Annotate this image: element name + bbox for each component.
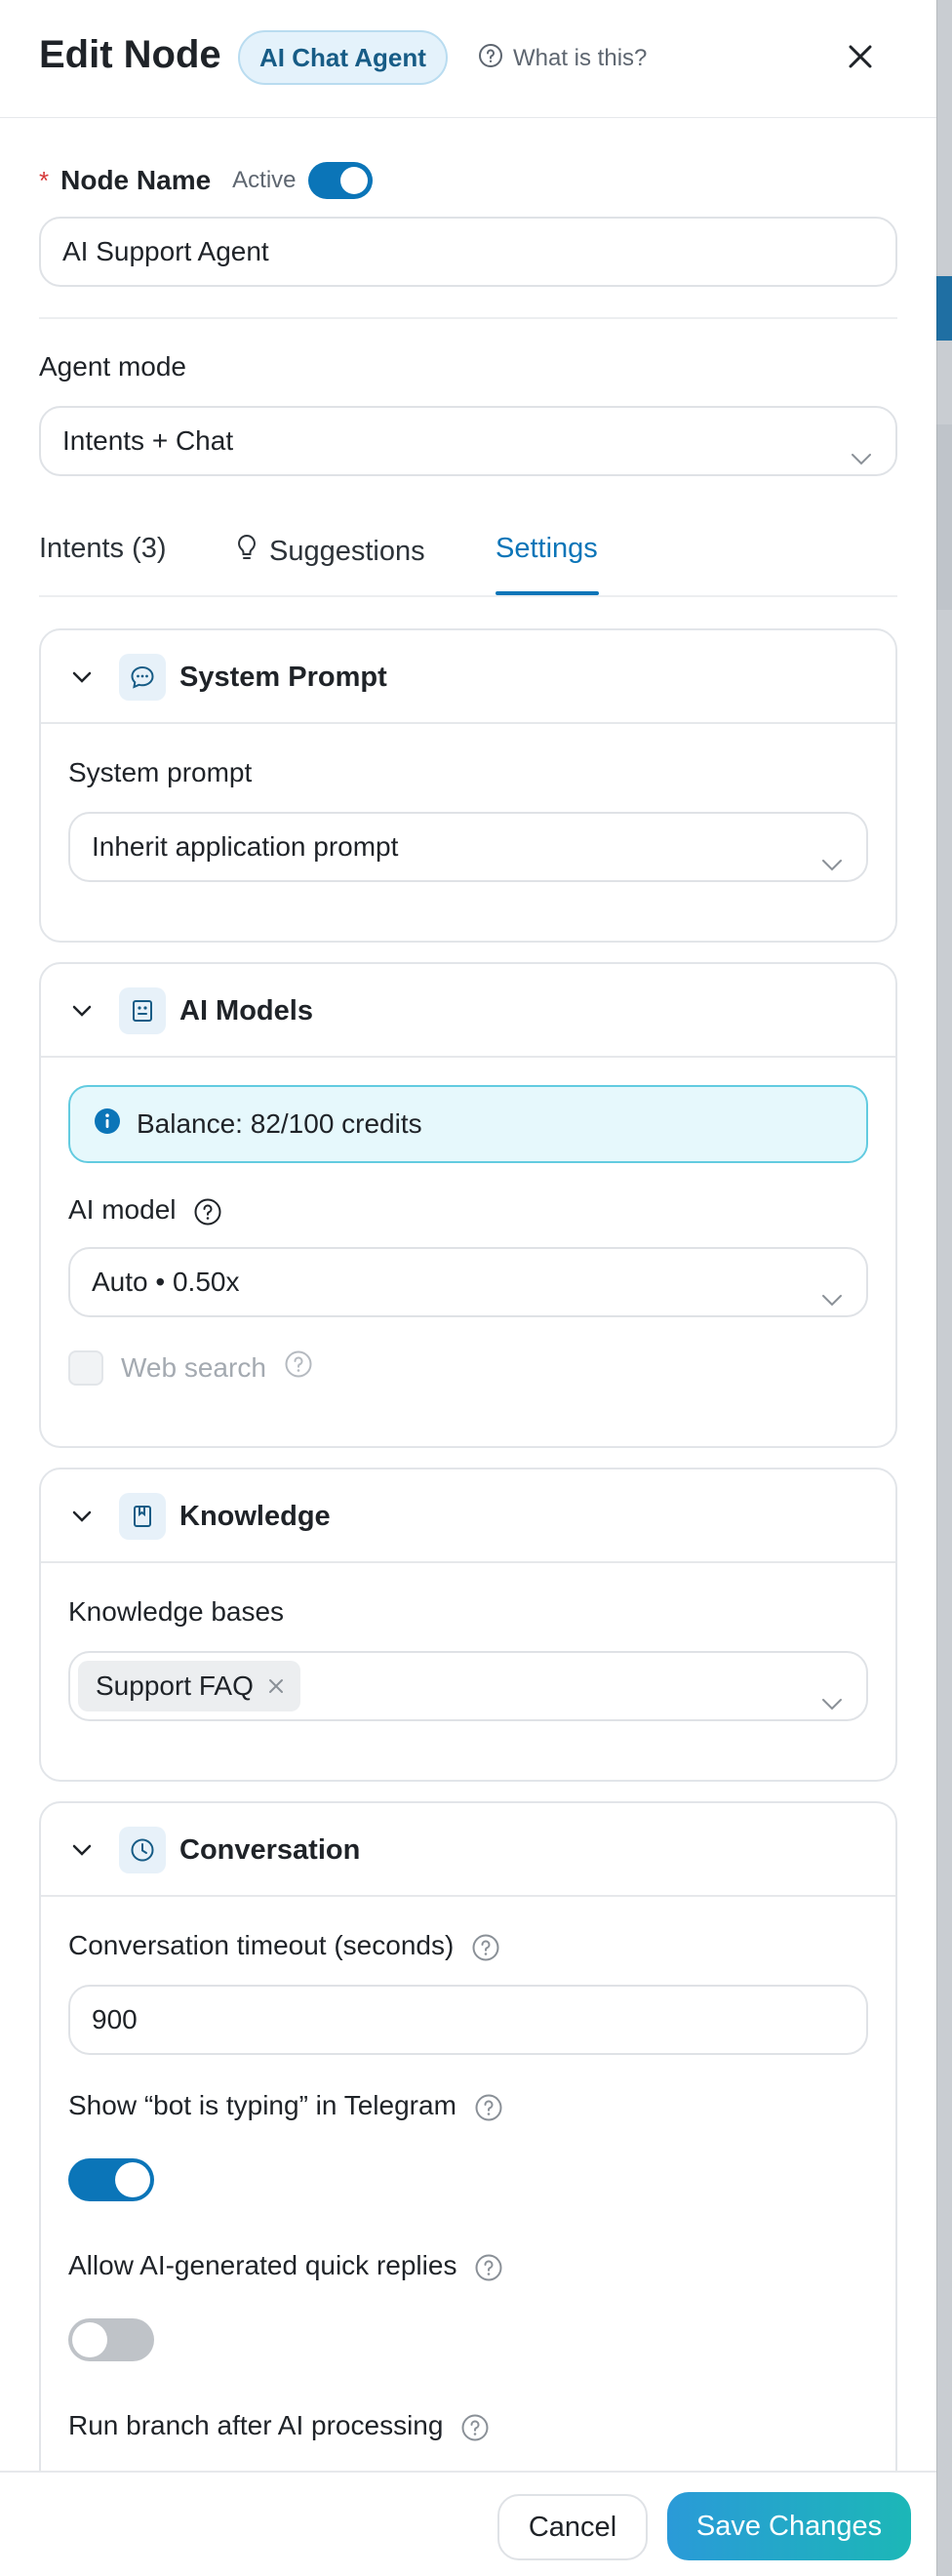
tab-suggestions-label: Suggestions [269, 535, 425, 567]
ai-model-select[interactable]: Auto • 0.50x [68, 1247, 868, 1317]
background-selected-row [936, 276, 952, 341]
system-prompt-label: System prompt [68, 757, 253, 787]
node-type-badge: AI Chat Agent [238, 30, 448, 85]
drawer-footer: Cancel Save Changes [0, 2471, 936, 2576]
chevron-down-icon [819, 1270, 845, 1337]
chevron-down-icon [70, 665, 94, 694]
ai-model-label-row: AI model [68, 1194, 222, 1227]
chevron-down-icon [819, 1674, 845, 1741]
chat-bubble-icon [119, 654, 166, 701]
typing-label: Show “bot is typing” in Telegram [68, 2090, 456, 2120]
system-prompt-title: System Prompt [179, 662, 387, 693]
chevron-down-icon [70, 1505, 94, 1533]
chevron-down-icon [819, 835, 845, 902]
ai-models-title: AI Models [179, 995, 313, 1026]
help-icon[interactable] [284, 1349, 313, 1386]
web-search-row: Web search [68, 1349, 313, 1386]
knowledge-base-tag: Support FAQ [78, 1661, 300, 1711]
balance-text: Balance: 82/100 credits [137, 1108, 422, 1139]
help-icon[interactable] [474, 2093, 503, 2122]
agent-mode-label: Agent mode [39, 351, 186, 382]
node-name-input[interactable]: AI Support Agent [39, 217, 897, 287]
conversation-header[interactable]: Conversation [41, 1803, 895, 1897]
remove-tag-icon[interactable] [267, 1653, 285, 1719]
knowledge-bases-select[interactable]: Support FAQ [68, 1651, 868, 1721]
ai-models-section: AI Models Balance: 82/100 credits AI mod… [39, 962, 897, 1448]
chevron-down-icon [70, 999, 94, 1027]
typing-label-row: Show “bot is typing” in Telegram [68, 2090, 503, 2122]
close-button[interactable] [841, 39, 880, 78]
timeout-input[interactable]: 900 [68, 1985, 868, 2055]
system-prompt-value: Inherit application prompt [92, 831, 399, 862]
save-changes-button[interactable]: Save Changes [667, 2492, 911, 2560]
run-branch-label-row: Run branch after AI processing [68, 2410, 490, 2442]
tab-settings-label: Settings [496, 533, 598, 564]
section-divider [39, 317, 897, 319]
edit-node-drawer: Edit Node AI Chat Agent What is this? * … [0, 0, 936, 2576]
help-icon[interactable] [474, 2253, 503, 2282]
active-toggle[interactable] [307, 162, 373, 199]
close-icon [847, 43, 874, 75]
background-panel [936, 0, 952, 2576]
knowledge-base-tag-label: Support FAQ [96, 1670, 254, 1701]
knowledge-section: Knowledge Knowledge bases Support FAQ [39, 1468, 897, 1782]
tab-intents[interactable]: Intents (3) [39, 533, 167, 565]
tab-settings[interactable]: Settings [496, 533, 598, 565]
system-prompt-header[interactable]: System Prompt [41, 630, 895, 724]
help-icon[interactable] [193, 1197, 222, 1227]
clock-icon [119, 1827, 166, 1873]
chevron-down-icon [70, 1838, 94, 1867]
node-name-label: Node Name [60, 165, 212, 195]
agent-mode-value: Intents + Chat [62, 425, 234, 456]
quick-replies-label: Allow AI-generated quick replies [68, 2250, 457, 2280]
active-tab-indicator [496, 591, 599, 595]
info-icon [94, 1107, 121, 1142]
node-name-label-row: * Node Name Active [39, 162, 373, 199]
tab-intents-label: Intents (3) [39, 533, 167, 564]
conversation-section: Conversation Conversation timeout (secon… [39, 1801, 897, 2543]
help-icon[interactable] [460, 2413, 490, 2442]
system-prompt-section: System Prompt System prompt Inherit appl… [39, 628, 897, 943]
required-marker: * [39, 165, 50, 195]
background-app-edge [936, 0, 952, 2576]
web-search-checkbox[interactable] [68, 1349, 103, 1386]
knowledge-title: Knowledge [179, 1501, 331, 1532]
quick-replies-label-row: Allow AI-generated quick replies [68, 2250, 503, 2282]
tab-suggestions[interactable]: Suggestions [234, 533, 425, 570]
drawer-title: Edit Node [39, 33, 221, 76]
ai-model-value: Auto • 0.50x [92, 1267, 240, 1297]
run-branch-label: Run branch after AI processing [68, 2410, 444, 2440]
lightbulb-icon [234, 533, 259, 570]
settings-tabs: Intents (3) Suggestions Settings [39, 507, 897, 597]
typing-toggle[interactable] [68, 2158, 154, 2201]
what-is-this-link[interactable]: What is this? [478, 43, 647, 74]
conversation-title: Conversation [179, 1834, 361, 1866]
knowledge-bases-label: Knowledge bases [68, 1596, 285, 1627]
active-label: Active [232, 167, 297, 193]
ai-models-header[interactable]: AI Models [41, 964, 895, 1058]
background-block [936, 424, 952, 610]
cancel-button[interactable]: Cancel [497, 2494, 648, 2560]
drawer-header: Edit Node AI Chat Agent What is this? [0, 0, 936, 118]
agent-mode-select[interactable]: Intents + Chat [39, 406, 897, 476]
web-search-label: Web search [121, 1351, 266, 1383]
knowledge-header[interactable]: Knowledge [41, 1469, 895, 1563]
balance-banner: Balance: 82/100 credits [68, 1085, 868, 1163]
timeout-label: Conversation timeout (seconds) [68, 1930, 455, 1960]
ai-model-label: AI model [68, 1194, 177, 1225]
timeout-label-row: Conversation timeout (seconds) [68, 1930, 500, 1962]
question-circle-icon [478, 43, 503, 75]
quick-replies-toggle[interactable] [68, 2318, 154, 2361]
system-prompt-select[interactable]: Inherit application prompt [68, 812, 868, 882]
what-is-this-label: What is this? [513, 45, 648, 71]
robot-icon [119, 987, 166, 1034]
chevron-down-icon [849, 429, 874, 496]
help-icon[interactable] [471, 1933, 500, 1962]
book-icon [119, 1493, 166, 1540]
